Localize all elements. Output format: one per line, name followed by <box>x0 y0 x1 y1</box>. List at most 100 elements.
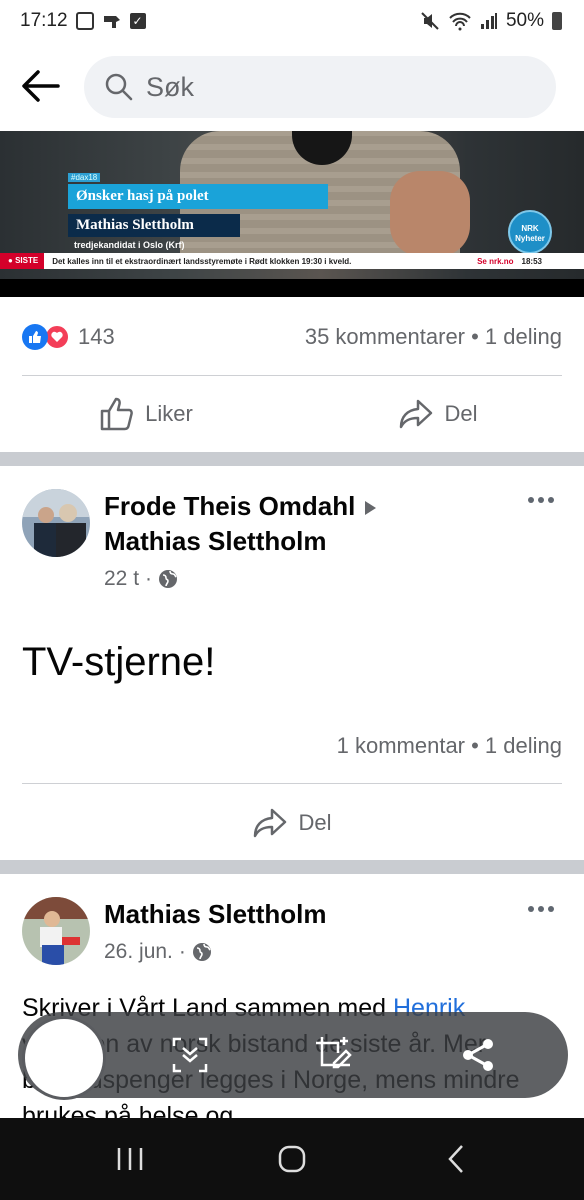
share-button[interactable]: Del <box>292 378 584 450</box>
status-right: 50% <box>420 10 562 32</box>
post2-share-button[interactable]: Del <box>0 790 584 856</box>
more-icon-dot <box>548 906 554 912</box>
nav-back-button[interactable] <box>436 1142 476 1176</box>
scroll-capture-icon <box>172 1037 208 1073</box>
video-hashtag: #dax18 <box>68 173 101 182</box>
globe-icon <box>192 943 211 961</box>
wifi-icon <box>449 12 471 31</box>
post2-time[interactable]: 22 t <box>104 567 139 591</box>
capture-toolbar <box>18 1012 568 1100</box>
post1-stats[interactable]: 35 kommentarer • 1 deling <box>305 324 562 350</box>
feed-separator <box>0 452 584 466</box>
video-name-banner: Mathias Slettholm <box>68 214 240 237</box>
like-button[interactable]: Liker <box>0 378 292 450</box>
back-nav-icon <box>448 1145 463 1173</box>
tools-notification-icon <box>103 16 120 28</box>
search-input[interactable]: Søk <box>84 56 556 118</box>
more-icon-dot <box>538 906 544 912</box>
like-reaction-icon <box>22 324 48 350</box>
like-label: Liker <box>145 401 193 426</box>
reaction-icons <box>22 324 70 350</box>
home-button[interactable] <box>272 1142 312 1176</box>
video-subtitle: tredjekandidat i Oslo (Krf) <box>74 240 185 250</box>
video-person-arm <box>390 171 470 256</box>
post2-header: Frode Theis Omdahl Mathias Slettholm 22 … <box>22 489 377 591</box>
status-left: 17:12 ✓ <box>20 10 146 32</box>
top-bar: Søk <box>0 50 584 122</box>
recents-button[interactable] <box>110 1142 150 1176</box>
more-icon <box>528 497 534 503</box>
signal-icon <box>480 13 497 29</box>
post2-stats[interactable]: 1 kommentar • 1 deling <box>337 733 562 759</box>
post2-author-line: Frode Theis Omdahl <box>104 489 377 524</box>
video-letterbox <box>0 279 584 297</box>
nrk-logo-line1: NRK <box>521 224 539 233</box>
search-placeholder: Søk <box>146 71 195 102</box>
post2-meta: 22 t · <box>104 567 376 591</box>
reaction-count: 143 <box>78 324 115 349</box>
video-headline: Ønsker hasj på polet <box>68 184 328 209</box>
status-time: 17:12 <box>20 10 68 31</box>
avatar-photo <box>22 489 90 557</box>
divider <box>22 375 562 376</box>
ticker-label: ● SISTE <box>0 253 45 269</box>
post3-time[interactable]: 26. jun. <box>104 940 173 964</box>
divider <box>22 783 562 784</box>
news-ticker: ● SISTE Det kalles inn til et ekstraordi… <box>0 253 584 269</box>
edit-capture-button[interactable] <box>312 1033 356 1077</box>
back-arrow-icon <box>22 70 60 102</box>
share-icon <box>254 808 287 838</box>
post3-author[interactable]: Mathias Slettholm <box>104 897 326 932</box>
post3-header: Mathias Slettholm 26. jun. · <box>22 897 326 965</box>
feed-separator <box>0 860 584 874</box>
check-notification-icon: ✓ <box>129 13 146 29</box>
gallery-notification-icon <box>75 12 94 30</box>
shared-to-arrow-icon <box>365 501 377 516</box>
search-icon <box>105 73 133 101</box>
meta-dot: · <box>178 940 186 963</box>
battery-icon <box>552 12 562 30</box>
ticker-time: 18:53 <box>521 256 542 266</box>
avatar[interactable] <box>22 489 90 557</box>
post2-author[interactable]: Frode Theis Omdahl <box>104 491 355 521</box>
avatar-photo <box>22 897 90 965</box>
more-icon-dot <box>548 497 554 503</box>
status-bar: 17:12 ✓ 50% <box>0 0 584 42</box>
avatar[interactable] <box>22 897 90 965</box>
post2-text: TV-stjerne! <box>22 640 216 684</box>
recents-icon <box>117 1148 143 1170</box>
mute-icon <box>421 12 439 30</box>
post2-more-button[interactable] <box>528 497 554 503</box>
edit-crop-icon <box>316 1037 352 1069</box>
share-icon <box>400 399 433 429</box>
home-icon <box>278 1145 306 1173</box>
system-nav-bar <box>0 1118 584 1200</box>
ticker-text: Det kalles inn til et ekstraordinært lan… <box>52 256 352 266</box>
post3-meta: 26. jun. · <box>104 940 326 964</box>
share-capture-button[interactable] <box>456 1033 500 1077</box>
post-video[interactable]: #dax18 Ønsker hasj på polet Mathias Slet… <box>0 131 584 297</box>
battery-percent: 50% <box>505 10 544 31</box>
ticker-label-text: SISTE <box>15 256 39 265</box>
ticker-link: Se nrk.no <box>477 256 514 266</box>
more-icon-dot <box>538 497 544 503</box>
post2-share-label: Del <box>298 810 332 835</box>
post2-target[interactable]: Mathias Slettholm <box>104 524 376 559</box>
scroll-capture-button[interactable] <box>168 1033 212 1077</box>
post3-more-button[interactable] <box>528 906 554 912</box>
globe-icon <box>159 570 178 588</box>
meta-dot: · <box>145 567 153 590</box>
back-button[interactable] <box>0 50 80 122</box>
like-icon <box>100 397 134 431</box>
post2-author-block: Frode Theis Omdahl Mathias Slettholm 22 … <box>104 489 377 591</box>
nrk-logo-line2: Nyheter <box>515 234 545 243</box>
reaction-summary[interactable]: 143 <box>22 324 115 350</box>
post1-reactions-row: 143 35 kommentarer • 1 deling <box>22 318 562 356</box>
nrk-logo: NRK Nyheter <box>508 210 552 254</box>
capture-preview-thumbnail[interactable] <box>22 1016 106 1100</box>
post3-author-block: Mathias Slettholm 26. jun. · <box>104 897 326 965</box>
more-icon <box>528 906 534 912</box>
post1-action-row: Liker Del <box>0 378 584 450</box>
share-label: Del <box>444 401 478 426</box>
share-nodes-icon <box>463 1039 493 1071</box>
